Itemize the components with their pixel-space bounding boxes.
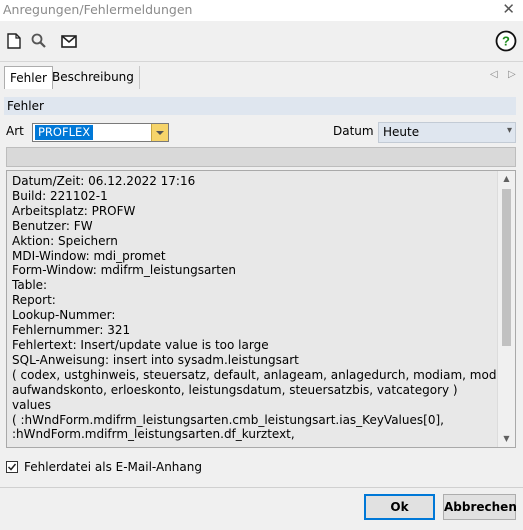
tab-scroll-left-icon[interactable]: ◁: [490, 69, 498, 80]
toolbar: ?: [0, 21, 523, 61]
tab-scroll-right-icon[interactable]: ▷: [508, 69, 516, 80]
search-icon[interactable]: [30, 32, 48, 50]
subject-field[interactable]: [6, 147, 516, 167]
svg-text:?: ?: [502, 34, 510, 49]
error-text-line: Datum/Zeit: 06.12.2022 17:16: [12, 174, 196, 188]
error-details-textarea[interactable]: Datum/Zeit: 06.12.2022 17:16 Build: 22110…: [6, 170, 516, 448]
error-text-line: Arbeitsplatz: PROFW: [12, 203, 136, 218]
scrollbar-thumb[interactable]: [502, 189, 511, 346]
tab-fehler[interactable]: Fehler: [4, 66, 53, 89]
cancel-button[interactable]: Abbrechen: [443, 494, 517, 520]
mail-icon[interactable]: [60, 32, 78, 50]
new-document-icon[interactable]: [5, 32, 23, 50]
chevron-down-icon[interactable]: [151, 124, 168, 141]
vertical-scrollbar[interactable]: ▲ ▼: [497, 171, 515, 447]
attachment-label: Fehlerdatei als E-Mail-Anhang: [24, 460, 202, 474]
error-text-line: Form-Window: mdifrm_leistungsarten: [12, 263, 236, 278]
error-text-line: ( :hWndForm.mdifrm_leistungsarten.cmb_le…: [12, 412, 444, 427]
error-text-line: values: [12, 397, 52, 412]
art-select[interactable]: PROFLEX: [32, 123, 169, 142]
datum-value: Heute: [383, 125, 420, 139]
scroll-down-icon[interactable]: ▼: [498, 431, 515, 447]
chevron-down-icon[interactable]: ▾: [507, 125, 512, 136]
scroll-up-icon[interactable]: ▲: [498, 171, 515, 187]
error-text-line: SQL-Anweisung: insert into sysadm.leistu…: [12, 352, 299, 367]
error-text-line: MDI-Window: mdi_promet: [12, 248, 166, 263]
error-text-line: ( codex, ustghinweis, steuersatz, defaul…: [12, 367, 516, 382]
art-value: PROFLEX: [35, 125, 94, 140]
datum-label: Datum: [333, 124, 374, 138]
error-text-line: Benutzer: FW: [12, 218, 93, 233]
art-label: Art: [6, 124, 24, 138]
error-text-line: Build: 221102-1: [12, 188, 108, 203]
datum-select[interactable]: Heute ▾: [378, 122, 516, 143]
error-text-line: Fehlertext: Insert/update value is too l…: [12, 337, 269, 352]
error-text-line: Report:: [12, 293, 56, 308]
help-icon[interactable]: ?: [495, 30, 517, 52]
error-text-line: Aktion: Speichern: [12, 233, 118, 248]
error-text-line: :hWndForm.mdifrm_leistungsarten.df_kurzt…: [12, 427, 295, 442]
error-text-line: Table:: [12, 278, 48, 293]
tab-beschreibung[interactable]: Beschreibung: [47, 66, 140, 89]
close-icon[interactable]: ✕: [502, 0, 515, 18]
error-details-text: Datum/Zeit: 06.12.2022 17:16 Build: 22110…: [12, 174, 516, 442]
section-title: Fehler: [4, 97, 516, 115]
error-text-line: Lookup-Nummer:: [12, 308, 116, 323]
error-text-line: aufwandskonto, erloeskonto, leistungsdat…: [12, 382, 458, 397]
tab-bar: Fehler Beschreibung ◁ ▷: [0, 61, 523, 92]
divider: [0, 487, 523, 488]
attachment-checkbox[interactable]: [6, 461, 18, 473]
window-title: Anregungen/Fehlermeldungen: [3, 2, 193, 17]
title-bar: Anregungen/Fehlermeldungen ✕: [0, 0, 523, 21]
ok-button[interactable]: Ok: [364, 494, 435, 520]
error-text-line: Fehlernummer: 321: [12, 323, 131, 338]
